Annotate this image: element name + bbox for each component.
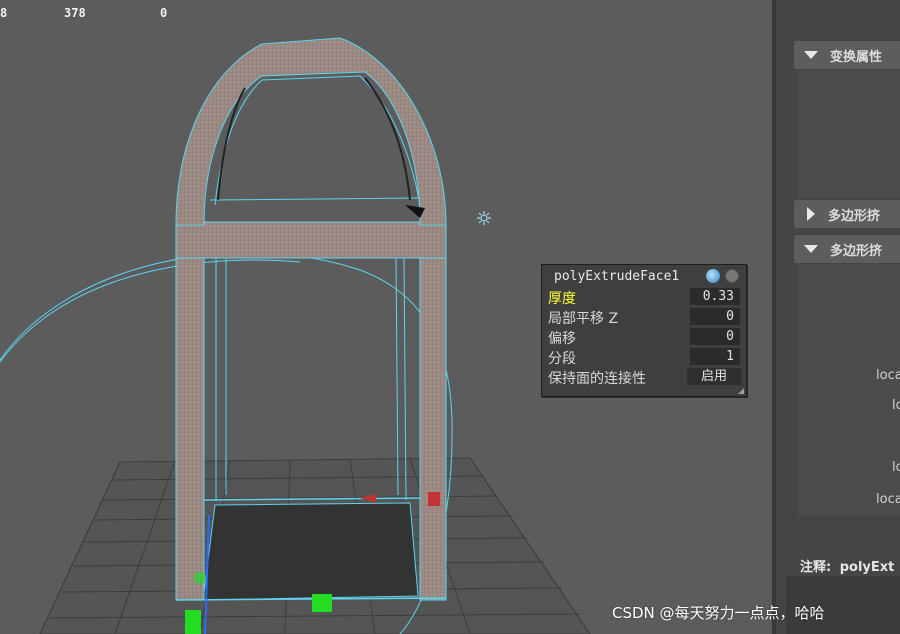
hud-value-3: 0 [160, 6, 168, 20]
transform-attributes-body [798, 70, 900, 198]
poly-extrude-body [798, 264, 900, 516]
popup-row-divisions[interactable]: 分段 1 [545, 347, 741, 367]
thickness-field[interactable]: 0.33 [690, 288, 740, 305]
popup-row-offset[interactable]: 偏移 0 [545, 327, 741, 347]
hud-value-2: 378 [64, 6, 86, 20]
section-poly-extrude-1[interactable]: 多边形挤 [794, 200, 900, 228]
keep-faces-together-label: 保持面的连接性 [548, 371, 646, 387]
node-icon[interactable] [706, 269, 720, 283]
field-label: loca [876, 492, 900, 507]
section-poly-extrude-2[interactable]: 多边形挤 [794, 235, 900, 263]
3d-viewport[interactable]: 8 378 0 polyExtrudeFace1 厚度 0.33 局部平移 Z … [0, 0, 772, 634]
section-label: 多边形挤 [828, 208, 881, 224]
hud-value-1: 8 [0, 6, 8, 20]
field-label: lo [892, 460, 900, 475]
collapse-arrow-icon [804, 51, 818, 59]
section-transform-attributes[interactable]: 变换属性 [794, 41, 900, 69]
popup-row-thickness[interactable]: 厚度 0.33 [545, 287, 741, 307]
offset-label: 偏移 [548, 331, 576, 347]
expand-arrow-icon [807, 207, 815, 221]
watermark: CSDN @每天努力一点点，哈哈 [612, 604, 825, 622]
collapse-arrow-icon [804, 245, 818, 253]
divisions-field[interactable]: 1 [690, 348, 740, 365]
popup-row-keep-faces-together[interactable]: 保持面的连接性 启用 [545, 367, 741, 387]
local-translate-z-field[interactable]: 0 [690, 308, 740, 325]
notes-heading: 注释: polyExt [800, 556, 894, 575]
notes-node-name: polyExt [839, 560, 895, 575]
section-label: 多边形挤 [830, 243, 883, 259]
menu-icon[interactable] [725, 269, 739, 283]
popup-row-local-translate-z[interactable]: 局部平移 Z 0 [545, 307, 741, 327]
field-label: loca [876, 368, 900, 383]
offset-field[interactable]: 0 [690, 328, 740, 345]
popup-title: polyExtrudeFace1 [554, 269, 680, 284]
local-translate-z-label: 局部平移 Z [548, 311, 619, 327]
thickness-label: 厚度 [548, 291, 576, 307]
section-label: 变换属性 [830, 49, 883, 65]
in-view-editor[interactable]: polyExtrudeFace1 厚度 0.33 局部平移 Z 0 偏移 0 分… [541, 264, 747, 397]
notes-label: 注释: [800, 560, 832, 575]
keep-faces-together-field[interactable]: 启用 [687, 368, 741, 385]
resize-grip-icon[interactable] [738, 388, 744, 394]
light-icon [477, 211, 491, 225]
field-label: lo [892, 398, 900, 413]
divisions-label: 分段 [548, 351, 576, 367]
